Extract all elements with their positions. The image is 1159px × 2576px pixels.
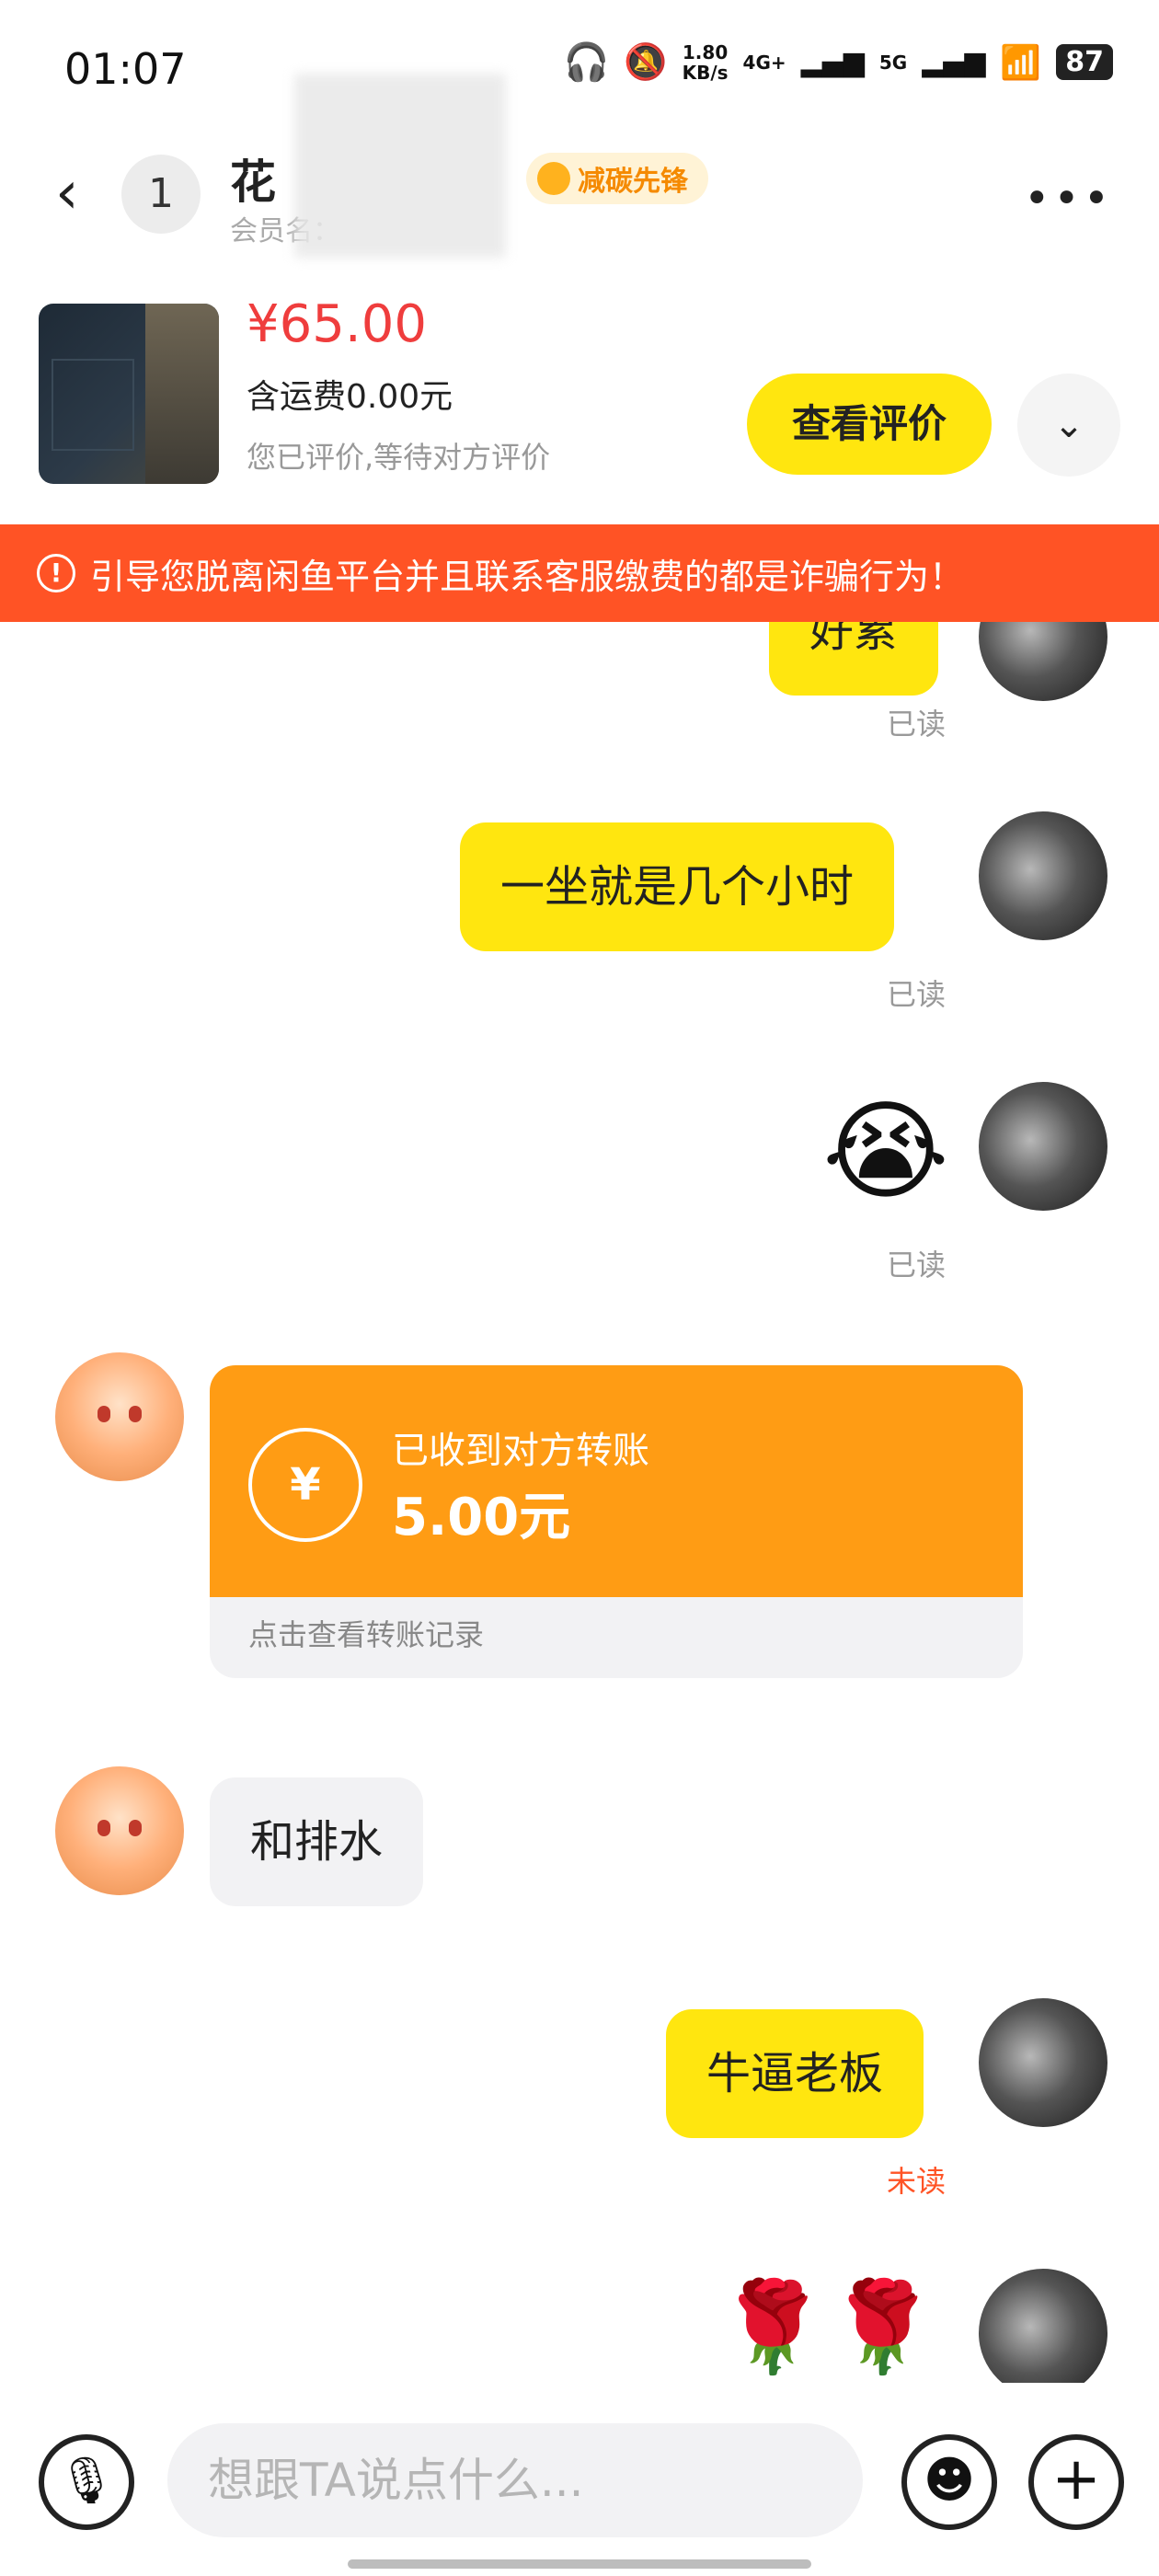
carbon-badge[interactable]: 减碳先锋 bbox=[526, 153, 708, 204]
microphone-icon[interactable]: 🎙 bbox=[39, 2434, 134, 2530]
yuan-coin-icon: ¥ bbox=[248, 1428, 362, 1542]
message-list[interactable]: 好累 已读 一坐就是几个小时 已读 😭 已读 ¥ 已收到对方转账 5.00元 点… bbox=[0, 622, 1159, 2383]
signal-5g-icon: 5G bbox=[878, 51, 908, 74]
plus-icon[interactable]: + bbox=[1028, 2434, 1124, 2530]
home-indicator[interactable] bbox=[348, 2559, 811, 2569]
my-avatar[interactable] bbox=[979, 622, 1107, 701]
wifi-icon: 📶 bbox=[1000, 43, 1042, 82]
message-bubble[interactable]: 一坐就是几个小时 bbox=[460, 822, 895, 951]
read-status: 已读 bbox=[887, 707, 947, 742]
status-time: 01:07 bbox=[64, 44, 187, 94]
chevron-down-icon[interactable]: ⌄ bbox=[1017, 374, 1120, 477]
signal-bars-icon-2: ▂▄▆ bbox=[922, 46, 986, 78]
transfer-amount: 5.00元 bbox=[392, 1488, 571, 1547]
net-speed-value: 1.80 bbox=[682, 40, 729, 63]
message-bubble[interactable]: 好累 bbox=[769, 622, 939, 696]
back-icon[interactable]: ‹ bbox=[55, 156, 101, 230]
product-price: ¥65.00 bbox=[247, 294, 427, 354]
transfer-record-link[interactable]: 点击查看转账记录 bbox=[248, 1612, 484, 1654]
signal-4g-icon: 4G+ bbox=[742, 51, 786, 74]
battery-icon: 87 bbox=[1056, 44, 1113, 80]
message-bubble[interactable]: 和排水 bbox=[210, 1777, 424, 1906]
contact-avatar[interactable] bbox=[55, 1766, 184, 1895]
transfer-card-top: ¥ 已收到对方转账 5.00元 bbox=[210, 1365, 1023, 1597]
warning-text: 引导您脱离闲鱼平台并且联系客服缴费的都是诈骗行为！ bbox=[90, 556, 965, 597]
message-bubble[interactable]: 牛逼老板 bbox=[666, 2009, 924, 2138]
net-speed: 1.80 KB/s bbox=[683, 42, 729, 83]
leaf-icon bbox=[537, 162, 570, 195]
my-avatar[interactable] bbox=[979, 811, 1107, 940]
my-avatar[interactable] bbox=[979, 2269, 1107, 2383]
net-speed-unit: KB/s bbox=[682, 61, 729, 84]
crying-emoji-message[interactable]: 😭 bbox=[822, 1091, 949, 1211]
status-bar: 01:07 🎧 🔕 1.80 KB/s 4G+ ▂▄▆ 5G ▂▄▆ 📶 87 bbox=[0, 0, 1159, 138]
review-status: 您已评价,等待对方评价 bbox=[247, 440, 551, 475]
read-status: 已读 bbox=[887, 1248, 947, 1282]
status-icons: 🎧 🔕 1.80 KB/s 4G+ ▂▄▆ 5G ▂▄▆ 📶 87 bbox=[563, 40, 1113, 84]
product-thumbnail[interactable] bbox=[39, 304, 219, 484]
contact-avatar[interactable] bbox=[55, 1352, 184, 1481]
emoji-icon[interactable]: ☻ bbox=[901, 2434, 997, 2530]
unread-count-badge[interactable]: 1 bbox=[121, 155, 201, 234]
view-review-button[interactable]: 查看评价 bbox=[747, 374, 992, 475]
redacted-area bbox=[294, 74, 506, 258]
message-input[interactable] bbox=[167, 2423, 863, 2537]
contact-name: 花 bbox=[230, 155, 276, 209]
thumbnail-character bbox=[145, 304, 219, 484]
carbon-badge-label: 减碳先锋 bbox=[578, 166, 688, 198]
my-avatar[interactable] bbox=[979, 1082, 1107, 1211]
transfer-title: 已收到对方转账 bbox=[392, 1430, 649, 1472]
read-status: 已读 bbox=[887, 977, 947, 1012]
avatar-eye bbox=[98, 1820, 110, 1836]
my-avatar[interactable] bbox=[979, 1998, 1107, 2127]
exclamation-icon: ! bbox=[37, 554, 75, 592]
avatar-eye bbox=[129, 1406, 142, 1422]
shipping-fee: 含运费0.00元 bbox=[247, 378, 453, 416]
mute-bell-icon: 🔕 bbox=[624, 41, 668, 82]
avatar-eye bbox=[98, 1406, 110, 1422]
thumbnail-ui-graphic bbox=[52, 359, 134, 451]
transfer-card[interactable]: ¥ 已收到对方转账 5.00元 点击查看转账记录 bbox=[210, 1365, 1023, 1678]
signal-bars-icon: ▂▄▆ bbox=[800, 46, 865, 78]
fraud-warning-banner: ! 引导您脱离闲鱼平台并且联系客服缴费的都是诈骗行为！ bbox=[0, 524, 1159, 622]
avatar-eye bbox=[129, 1820, 142, 1836]
unread-status: 未读 bbox=[887, 2164, 947, 2199]
more-options-icon[interactable]: ••• bbox=[1024, 173, 1113, 224]
flower-emoji-message[interactable]: 🌹🌹 bbox=[717, 2276, 937, 2377]
headphones-icon: 🎧 bbox=[563, 41, 610, 84]
